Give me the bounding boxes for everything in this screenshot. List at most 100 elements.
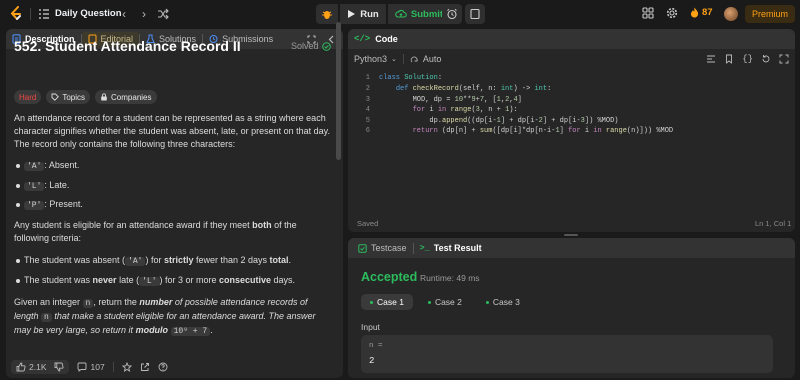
premium-button[interactable]: Premium	[745, 5, 795, 23]
code-line-4[interactable]: for i in range(3, n + 1):	[379, 106, 518, 114]
bullet-present: 'P': Present.	[24, 198, 340, 212]
favorite-star-icon[interactable]	[121, 362, 132, 372]
comments-button[interactable]: 107	[77, 362, 105, 372]
code-title: Code	[375, 34, 398, 44]
bookmark-icon[interactable]	[724, 54, 734, 64]
shuffle-icon[interactable]	[156, 7, 170, 21]
bullet-absent: 'A': Absent.	[24, 159, 340, 173]
code-line-1[interactable]: class Solution:	[379, 74, 442, 82]
note-icon	[470, 8, 480, 20]
bullet-present-text: : Present.	[44, 199, 83, 209]
thumbs-down-icon[interactable]	[54, 362, 64, 372]
checkbox-icon	[358, 243, 367, 253]
line-number: 2	[365, 85, 370, 93]
notes-button[interactable]	[465, 4, 485, 24]
run-label: Run	[360, 8, 379, 20]
timer-button[interactable]	[442, 4, 462, 24]
panel-resize-handle[interactable]	[564, 234, 578, 236]
code-l: 'L'	[24, 182, 45, 191]
settings-gear-icon[interactable]	[666, 7, 680, 21]
crit2-d: days.	[271, 275, 296, 285]
like-button[interactable]: 2.1K	[11, 360, 69, 374]
para3-modulo: modulo	[135, 325, 169, 335]
layout-grid-icon[interactable]	[642, 7, 656, 21]
pass-dot	[370, 300, 373, 304]
companies-button[interactable]: Companies	[95, 90, 157, 104]
share-icon[interactable]	[140, 362, 150, 372]
reset-icon[interactable]	[761, 54, 771, 64]
editor-toolbar: Python3 ⌄ Auto {}	[348, 49, 795, 69]
crit2-strong-1: never	[92, 275, 117, 285]
crit2-a: The student was	[24, 275, 93, 285]
code-brackets-icon: </>	[354, 34, 371, 44]
topbar-divider	[30, 8, 31, 20]
bullet-dot	[16, 203, 20, 207]
leetcode-logo-icon[interactable]	[9, 6, 23, 22]
para3-n2: n	[41, 313, 52, 322]
toolbar-divider	[402, 54, 404, 64]
fullscreen-icon[interactable]	[779, 54, 789, 64]
comment-count: 107	[90, 362, 105, 372]
check-circle-icon	[321, 41, 331, 51]
problem-badges: Hard Topics Companies	[14, 90, 157, 104]
alarm-clock-icon	[447, 8, 457, 20]
avatar[interactable]	[724, 7, 738, 21]
code-line-3[interactable]: MOD, dp = 10**9+7, [1,2,4]	[379, 96, 522, 104]
case-1-label: Case 1	[377, 297, 404, 307]
case-tab-2[interactable]: Case 2	[419, 294, 471, 310]
case-tab-1[interactable]: Case 1	[361, 294, 413, 310]
cloud-upload-icon	[395, 9, 407, 18]
code-line-2[interactable]: def checkRecord(self, n: int) -> int:	[379, 85, 551, 93]
description-paragraph-2: Any student is eligible for an attendanc…	[14, 219, 330, 245]
help-icon[interactable]	[158, 362, 168, 372]
code-line-6[interactable]: return (dp[n] + sum([dp[i]*dp[n-i-1] for…	[379, 127, 674, 135]
streak-counter[interactable]: 87	[690, 7, 713, 18]
bullet-absent-text: : Absent.	[44, 160, 80, 170]
criterion-2: The student was never late ('L') for 3 o…	[24, 274, 324, 288]
run-button[interactable]: Run	[340, 4, 386, 24]
case-tab-3[interactable]: Case 3	[477, 294, 529, 310]
daily-question-title[interactable]: Daily Question	[55, 8, 122, 19]
tab-test-result[interactable]: >_ Test Result	[414, 238, 488, 258]
comment-icon	[77, 362, 86, 372]
para3-mod-value: 10⁹ + 7	[170, 327, 211, 336]
companies-label: Companies	[111, 92, 152, 102]
top-bar: Daily Question ‹ › Run Submit 87 Premium	[0, 0, 800, 28]
play-icon	[348, 10, 356, 18]
problem-title[interactable]: 552. Student Attendance Record II	[14, 38, 241, 54]
problem-list-icon[interactable]	[38, 8, 50, 20]
format-icon[interactable]	[706, 54, 716, 64]
tab-test-result-label: Test Result	[433, 243, 482, 253]
code-braces-icon[interactable]: {}	[742, 54, 753, 64]
debug-button[interactable]	[316, 4, 338, 24]
tab-testcase[interactable]: Testcase	[352, 238, 413, 258]
code-panel-header: </> Code	[348, 29, 795, 49]
prev-question-icon[interactable]: ‹	[117, 7, 131, 21]
runtime-text: Runtime: 49 ms	[420, 273, 480, 283]
topics-button[interactable]: Topics	[46, 90, 91, 104]
case-2-label: Case 2	[434, 297, 462, 307]
topics-label: Topics	[62, 92, 86, 102]
terminal-icon: >_	[419, 243, 430, 253]
verdict-accepted: Accepted	[361, 270, 418, 284]
cursor-position: Ln 1, Col 1	[755, 219, 792, 228]
lock-icon	[101, 93, 107, 101]
difficulty-badge: Hard	[14, 90, 42, 104]
crit1-code: 'A'	[125, 257, 146, 266]
crit2-b: late (	[116, 275, 140, 285]
crit2-c: ) for 3 or more	[159, 275, 220, 285]
code-line-5[interactable]: dp.append((dp[i-1] + dp[i-2] + dp[i-3]) …	[379, 117, 618, 125]
language-select[interactable]: Python3 ⌄	[354, 54, 397, 64]
submit-button[interactable]: Submit	[388, 4, 450, 24]
line-number: 1	[365, 74, 370, 82]
bullet-dot	[16, 164, 20, 168]
crit1-a: The student was absent (	[24, 255, 126, 265]
description-scrollbar[interactable]	[336, 22, 341, 160]
crit1-c: fewer than 2 days	[193, 255, 270, 265]
input-box	[361, 335, 773, 373]
input-param-name: n =	[369, 342, 383, 350]
crit1-strong-2: total	[269, 255, 289, 265]
line-number: 6	[365, 127, 370, 135]
pass-dot	[485, 300, 489, 304]
next-question-icon[interactable]: ›	[137, 7, 151, 21]
